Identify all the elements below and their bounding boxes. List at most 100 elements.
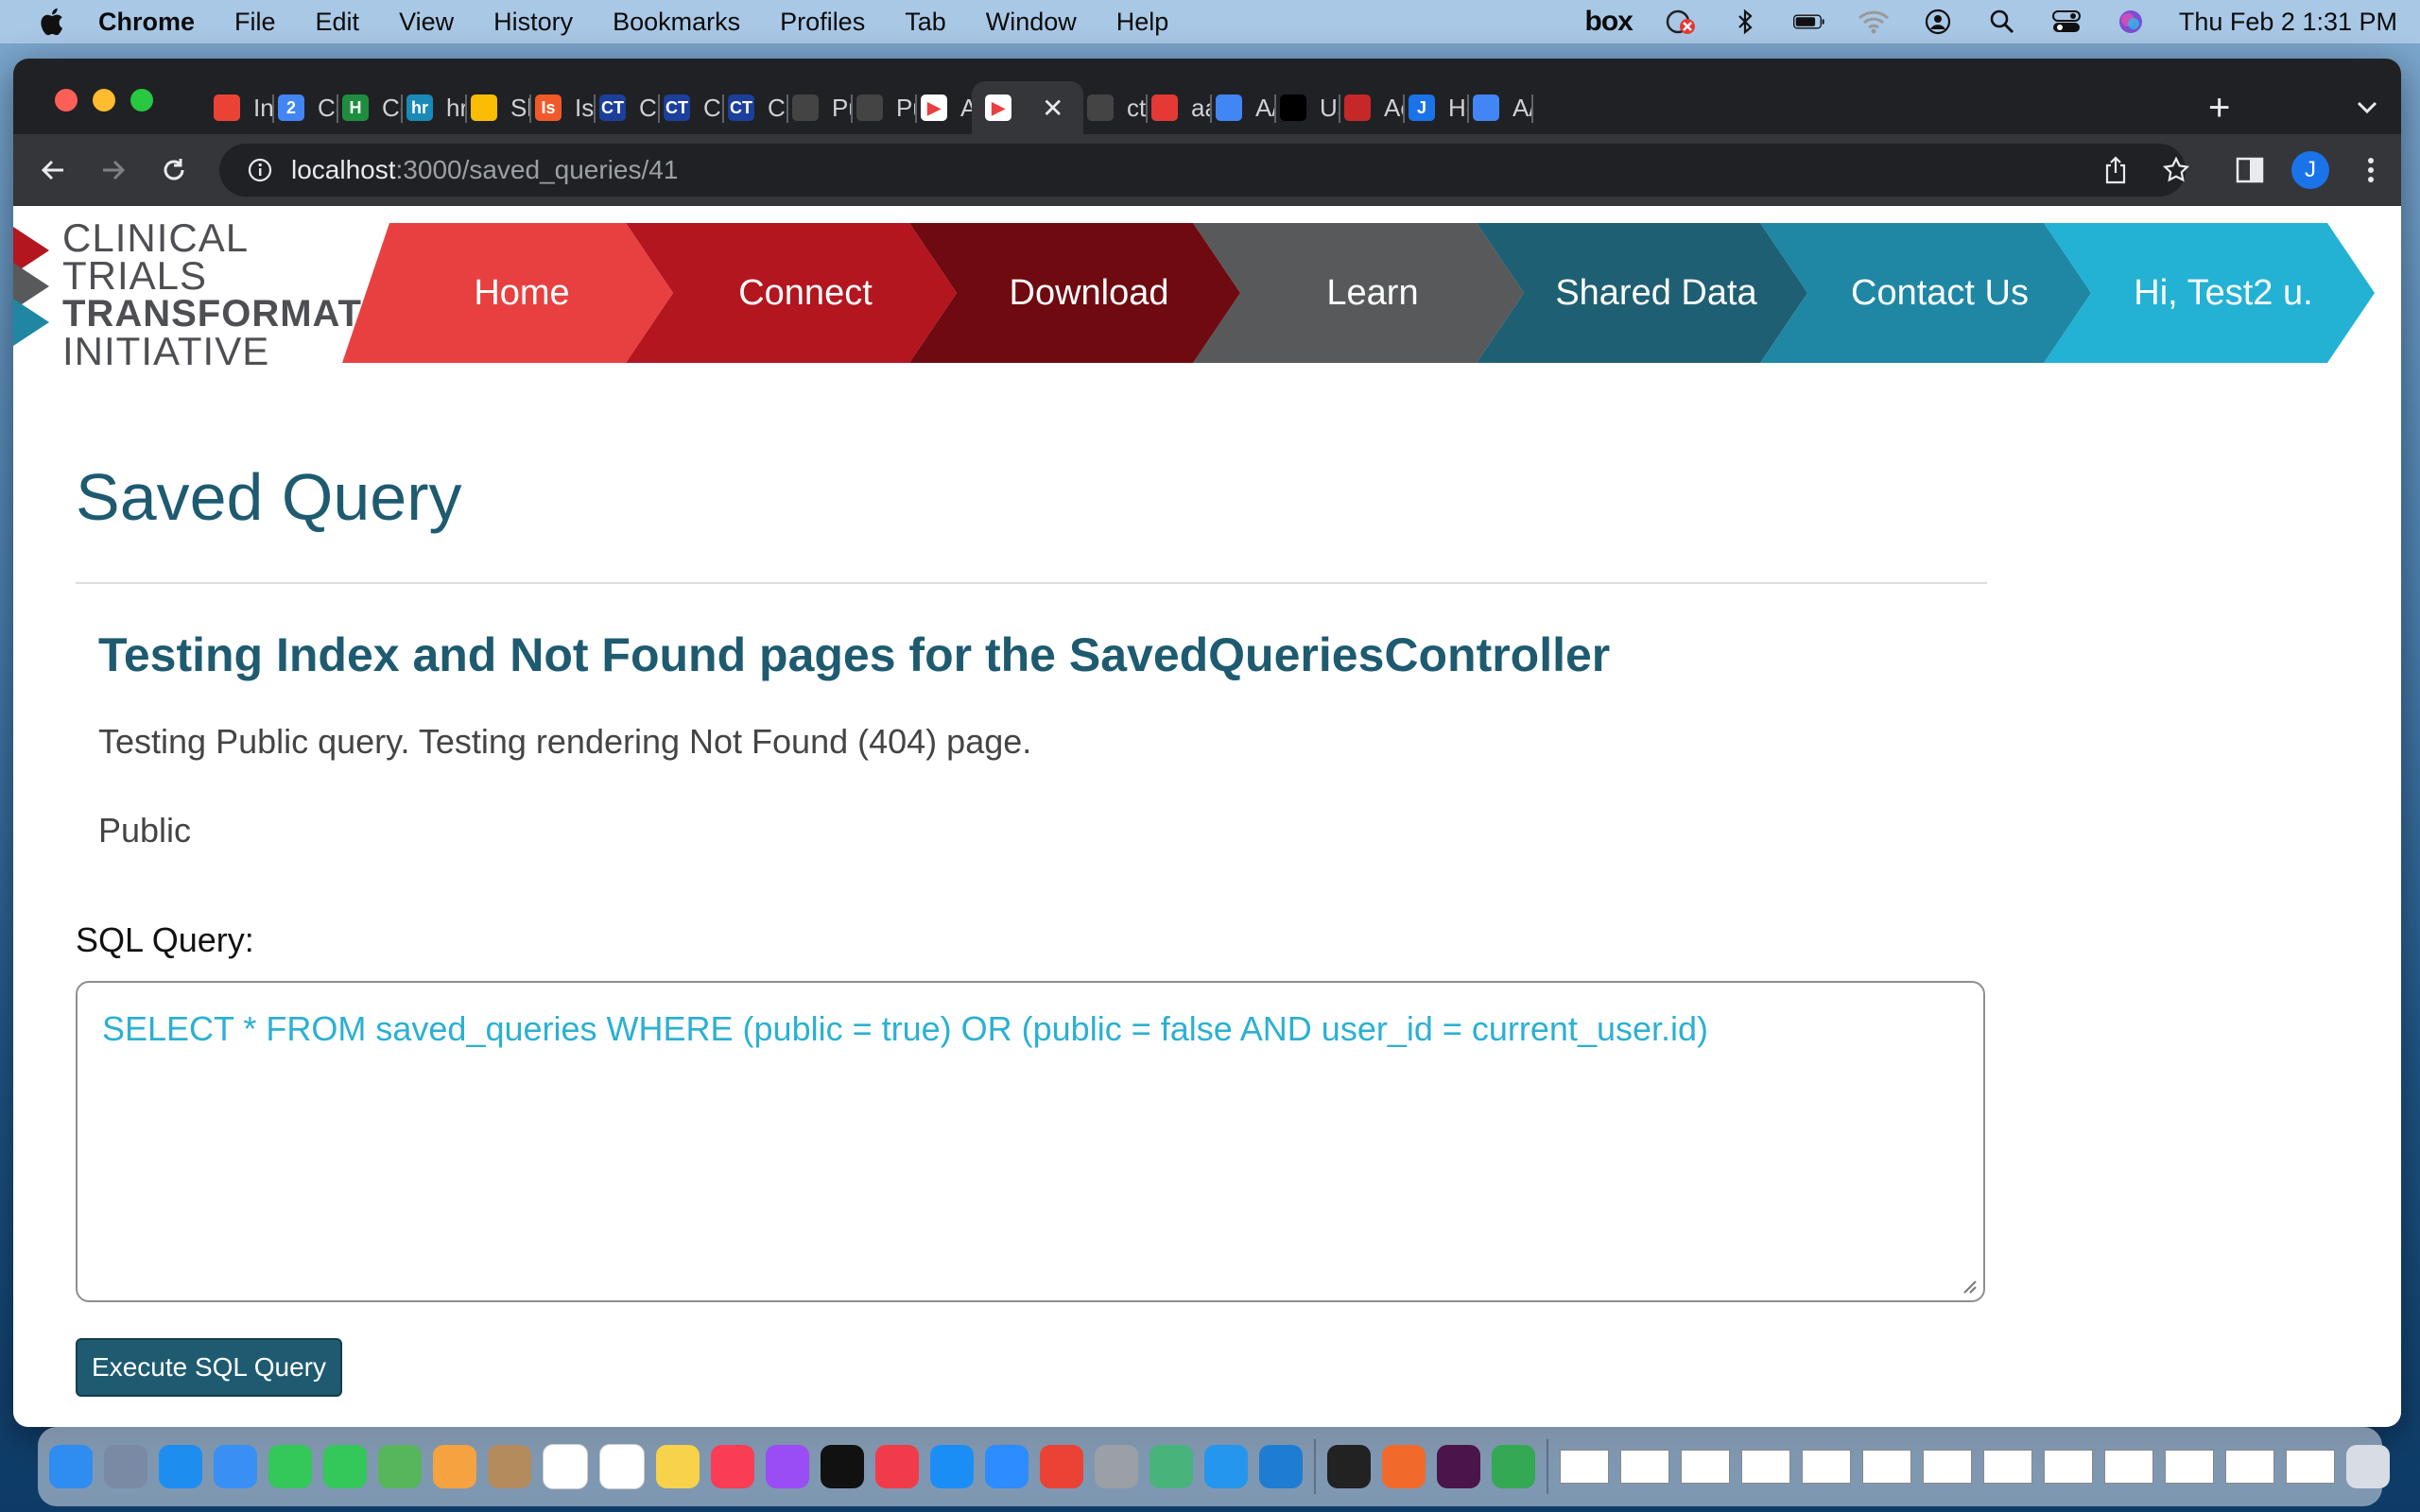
new-tab-button[interactable]: + (2208, 81, 2230, 134)
minimized-window-thumbnail[interactable] (1620, 1450, 1669, 1484)
news-icon[interactable] (875, 1445, 919, 1488)
launchpad-icon[interactable] (104, 1445, 147, 1488)
nav-hi-test2-u[interactable]: Hi, Test2 u. (2044, 223, 2375, 363)
minimized-window-thumbnail[interactable] (2044, 1450, 2093, 1484)
minimized-window-thumbnail[interactable] (1923, 1450, 1972, 1484)
close-tab-icon[interactable]: ✕ (1042, 93, 1063, 124)
url-text[interactable]: localhost:3000/saved_queries/41 (291, 155, 678, 185)
browser-tab[interactable]: hr hr (393, 81, 467, 134)
sql-query-textarea[interactable]: SELECT * FROM saved_queries WHERE (publi… (76, 981, 1985, 1302)
reload-button[interactable] (155, 151, 193, 189)
tab-search-button[interactable] (2356, 81, 2378, 134)
vscode-icon[interactable] (1259, 1445, 1303, 1488)
browser-tab[interactable]: ct (1074, 81, 1148, 134)
nav-contact-us[interactable]: Contact Us (1760, 223, 2091, 363)
menu-view[interactable]: View (399, 8, 454, 37)
app-store-icon[interactable] (930, 1445, 974, 1488)
nav-download[interactable]: Download (909, 223, 1240, 363)
browser-tab[interactable]: IsIss (522, 81, 596, 134)
wifi-icon[interactable] (1858, 9, 1890, 35)
control-center-icon[interactable] (2050, 9, 2083, 35)
trash-icon[interactable] (2346, 1445, 2390, 1488)
minimized-window-thumbnail[interactable] (1681, 1450, 1730, 1484)
browser-tab[interactable]: Pu (843, 81, 917, 134)
minimized-window-thumbnail[interactable] (2286, 1450, 2335, 1484)
docker-icon[interactable] (1204, 1445, 1248, 1488)
photos-icon[interactable] (433, 1445, 476, 1488)
browser-tab[interactable]: A/ (1460, 81, 1533, 134)
chrome-menu-icon[interactable] (2352, 151, 2390, 189)
browser-tab[interactable]: Pu (779, 81, 853, 134)
menu-help[interactable]: Help (1116, 8, 1169, 37)
contacts-icon[interactable] (488, 1445, 531, 1488)
zoom-icon[interactable] (985, 1445, 1028, 1488)
menu-file[interactable]: File (234, 8, 276, 37)
minimized-window-thumbnail[interactable] (2165, 1450, 2214, 1484)
site-logo[interactable]: CLINICAL TRIALS TRANSFORMATION INITIATIV… (13, 214, 431, 371)
siri-icon[interactable] (2115, 9, 2147, 35)
browser-tab[interactable]: CTCl (715, 81, 788, 134)
nav-connect[interactable]: Connect (626, 223, 957, 363)
user-account-icon[interactable] (1922, 9, 1954, 35)
browser-tab[interactable]: Us (1267, 81, 1340, 134)
music-icon[interactable] (711, 1445, 754, 1488)
address-bar[interactable]: localhost:3000/saved_queries/41 (219, 144, 2186, 197)
box-status-item[interactable]: box (1585, 6, 1634, 38)
tv-icon[interactable] (821, 1445, 864, 1488)
pencil-icon[interactable] (1382, 1445, 1426, 1488)
window-zoom-button[interactable] (130, 89, 153, 112)
browser-tab[interactable]: ▶AA (908, 81, 981, 134)
menu-bookmarks[interactable]: Bookmarks (613, 8, 740, 37)
window-minimize-button[interactable] (93, 89, 115, 112)
menubar-clock[interactable]: Thu Feb 2 1:31 PM (2179, 8, 2397, 37)
minimized-window-thumbnail[interactable] (1560, 1450, 1609, 1484)
browser-tab[interactable]: aa (1138, 81, 1212, 134)
chrome-icon[interactable] (1040, 1445, 1083, 1488)
browser-tab[interactable]: JHe (1395, 81, 1469, 134)
battery-icon[interactable] (1792, 9, 1825, 35)
nav-home[interactable]: Home (342, 223, 673, 363)
atom-icon[interactable] (1150, 1445, 1193, 1488)
spotlight-search-icon[interactable] (1986, 9, 2018, 35)
sync-error-icon[interactable] (1665, 9, 1697, 35)
slack-icon[interactable] (1437, 1445, 1480, 1488)
side-panel-icon[interactable] (2231, 151, 2269, 189)
minimized-window-thumbnail[interactable] (2104, 1450, 2153, 1484)
notes-icon[interactable] (656, 1445, 700, 1488)
minimized-window-thumbnail[interactable] (1983, 1450, 2032, 1484)
browser-tab[interactable]: CTCli (586, 81, 660, 134)
menu-window[interactable]: Window (986, 8, 1077, 37)
browser-tab[interactable]: Sh (458, 81, 531, 134)
back-button[interactable] (34, 151, 72, 189)
minimized-window-thumbnail[interactable] (2225, 1450, 2274, 1484)
browser-tab[interactable]: CTCl (650, 81, 724, 134)
messages-icon[interactable] (323, 1445, 367, 1488)
minimized-window-thumbnail[interactable] (1802, 1450, 1851, 1484)
nav-shared-data[interactable]: Shared Data (1477, 223, 1807, 363)
minimized-window-thumbnail[interactable] (1741, 1450, 1790, 1484)
site-info-icon[interactable] (248, 158, 272, 182)
nav-learn[interactable]: Learn (1193, 223, 1524, 363)
share-icon[interactable] (2097, 151, 2135, 189)
browser-tab[interactable]: Int (200, 81, 274, 134)
facetime-icon[interactable] (268, 1445, 312, 1488)
bluetooth-icon[interactable] (1729, 9, 1761, 35)
browser-tab[interactable]: Ac (1331, 81, 1405, 134)
bookmark-star-icon[interactable] (2157, 151, 2195, 189)
terminal-icon[interactable] (1327, 1445, 1371, 1488)
browser-tab[interactable]: A/ (1202, 81, 1276, 134)
help-icon[interactable] (1095, 1445, 1138, 1488)
execute-sql-button[interactable]: Execute SQL Query (76, 1338, 342, 1397)
menu-app-name[interactable]: Chrome (98, 8, 195, 37)
profile-avatar[interactable]: J (2291, 151, 2329, 189)
menu-tab[interactable]: Tab (905, 8, 946, 37)
browser-tab[interactable]: HCo (329, 81, 403, 134)
menu-history[interactable]: History (493, 8, 573, 37)
reminders-icon[interactable] (599, 1444, 645, 1489)
podcasts-icon[interactable] (766, 1445, 809, 1488)
maps-icon[interactable] (378, 1445, 422, 1488)
finder-icon[interactable] (49, 1445, 93, 1488)
window-close-button[interactable] (55, 89, 78, 112)
browser-tab[interactable]: 2Co (265, 81, 338, 134)
menu-profiles[interactable]: Profiles (780, 8, 865, 37)
